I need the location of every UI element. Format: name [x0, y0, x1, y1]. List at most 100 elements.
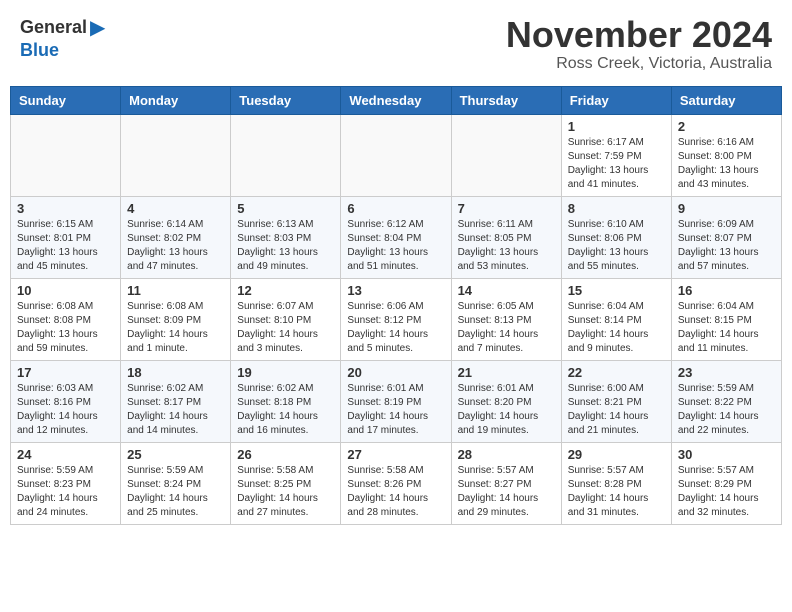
- logo-general-text: General: [20, 17, 87, 38]
- day-number: 2: [678, 119, 775, 134]
- day-info: Sunrise: 6:14 AM Sunset: 8:02 PM Dayligh…: [127, 218, 224, 274]
- day-info: Sunrise: 6:10 AM Sunset: 8:06 PM Dayligh…: [568, 218, 665, 274]
- day-number: 14: [458, 283, 555, 298]
- calendar-day-header: Wednesday: [341, 86, 451, 114]
- day-number: 21: [458, 365, 555, 380]
- calendar-week-row: 24Sunrise: 5:59 AM Sunset: 8:23 PM Dayli…: [11, 442, 782, 524]
- calendar-day-cell: 18 Sunrise: 6:02 AM Sunset: 8:17 PM Dayli…: [121, 360, 231, 442]
- logo-blue-text: Blue: [20, 40, 59, 61]
- day-info: Sunrise: 6:03 AM Sunset: 8:16 PM Dayligh…: [17, 382, 114, 438]
- calendar-day-cell: 24Sunrise: 5:59 AM Sunset: 8:23 PM Dayli…: [11, 442, 121, 524]
- day-number: 28: [458, 447, 555, 462]
- calendar-day-cell: 23Sunrise: 5:59 AM Sunset: 8:22 PM Dayli…: [671, 360, 781, 442]
- calendar-day-cell: [451, 114, 561, 196]
- calendar-day-cell: 5 Sunrise: 6:13 AM Sunset: 8:03 PM Daylig…: [231, 196, 341, 278]
- calendar-week-row: 1 Sunrise: 6:17 AM Sunset: 7:59 PM Daylig…: [11, 114, 782, 196]
- day-number: 18: [127, 365, 224, 380]
- calendar-day-header: Tuesday: [231, 86, 341, 114]
- day-number: 9: [678, 201, 775, 216]
- calendar-day-cell: 8 Sunrise: 6:10 AM Sunset: 8:06 PM Daylig…: [561, 196, 671, 278]
- day-number: 1: [568, 119, 665, 134]
- calendar-day-cell: 19 Sunrise: 6:02 AM Sunset: 8:18 PM Dayli…: [231, 360, 341, 442]
- day-info: Sunrise: 6:04 AM Sunset: 8:15 PM Dayligh…: [678, 300, 775, 356]
- day-info: Sunrise: 6:01 AM Sunset: 8:20 PM Dayligh…: [458, 382, 555, 438]
- logo: General ▶ Blue: [20, 15, 105, 61]
- day-info: Sunrise: 6:00 AM Sunset: 8:21 PM Dayligh…: [568, 382, 665, 438]
- calendar-day-cell: 15 Sunrise: 6:04 AM Sunset: 8:14 PM Dayli…: [561, 278, 671, 360]
- calendar-day-cell: 30 Sunrise: 5:57 AM Sunset: 8:29 PM Dayli…: [671, 442, 781, 524]
- day-number: 16: [678, 283, 775, 298]
- calendar-day-header: Monday: [121, 86, 231, 114]
- day-number: 19: [237, 365, 334, 380]
- day-number: 25: [127, 447, 224, 462]
- calendar-table: SundayMondayTuesdayWednesdayThursdayFrid…: [10, 86, 782, 525]
- day-info: Sunrise: 6:04 AM Sunset: 8:14 PM Dayligh…: [568, 300, 665, 356]
- calendar-week-row: 17 Sunrise: 6:03 AM Sunset: 8:16 PM Dayli…: [11, 360, 782, 442]
- calendar-day-cell: 4Sunrise: 6:14 AM Sunset: 8:02 PM Daylig…: [121, 196, 231, 278]
- day-number: 24: [17, 447, 114, 462]
- calendar-week-row: 3 Sunrise: 6:15 AM Sunset: 8:01 PM Daylig…: [11, 196, 782, 278]
- calendar-day-cell: 22 Sunrise: 6:00 AM Sunset: 8:21 PM Dayli…: [561, 360, 671, 442]
- calendar-day-header: Friday: [561, 86, 671, 114]
- day-info: Sunrise: 6:16 AM Sunset: 8:00 PM Dayligh…: [678, 136, 775, 192]
- calendar-day-cell: 2 Sunrise: 6:16 AM Sunset: 8:00 PM Daylig…: [671, 114, 781, 196]
- day-info: Sunrise: 5:57 AM Sunset: 8:29 PM Dayligh…: [678, 464, 775, 520]
- day-info: Sunrise: 6:17 AM Sunset: 7:59 PM Dayligh…: [568, 136, 665, 192]
- calendar-day-cell: 20 Sunrise: 6:01 AM Sunset: 8:19 PM Dayli…: [341, 360, 451, 442]
- calendar-day-header: Saturday: [671, 86, 781, 114]
- day-number: 8: [568, 201, 665, 216]
- calendar-day-cell: 6Sunrise: 6:12 AM Sunset: 8:04 PM Daylig…: [341, 196, 451, 278]
- calendar-day-cell: 27Sunrise: 5:58 AM Sunset: 8:26 PM Dayli…: [341, 442, 451, 524]
- day-number: 20: [347, 365, 444, 380]
- calendar-day-header: Sunday: [11, 86, 121, 114]
- calendar-day-cell: [11, 114, 121, 196]
- day-info: Sunrise: 5:57 AM Sunset: 8:28 PM Dayligh…: [568, 464, 665, 520]
- day-number: 29: [568, 447, 665, 462]
- day-info: Sunrise: 5:57 AM Sunset: 8:27 PM Dayligh…: [458, 464, 555, 520]
- calendar-day-cell: 3 Sunrise: 6:15 AM Sunset: 8:01 PM Daylig…: [11, 196, 121, 278]
- calendar-day-cell: 14 Sunrise: 6:05 AM Sunset: 8:13 PM Dayli…: [451, 278, 561, 360]
- calendar-day-header: Thursday: [451, 86, 561, 114]
- day-info: Sunrise: 6:08 AM Sunset: 8:09 PM Dayligh…: [127, 300, 224, 356]
- day-info: Sunrise: 5:58 AM Sunset: 8:26 PM Dayligh…: [347, 464, 444, 520]
- calendar-day-cell: [341, 114, 451, 196]
- day-info: Sunrise: 6:07 AM Sunset: 8:10 PM Dayligh…: [237, 300, 334, 356]
- day-info: Sunrise: 6:08 AM Sunset: 8:08 PM Dayligh…: [17, 300, 114, 356]
- day-number: 26: [237, 447, 334, 462]
- day-info: Sunrise: 6:13 AM Sunset: 8:03 PM Dayligh…: [237, 218, 334, 274]
- calendar-day-cell: 1 Sunrise: 6:17 AM Sunset: 7:59 PM Daylig…: [561, 114, 671, 196]
- day-info: Sunrise: 6:11 AM Sunset: 8:05 PM Dayligh…: [458, 218, 555, 274]
- day-number: 3: [17, 201, 114, 216]
- calendar-header-row: SundayMondayTuesdayWednesdayThursdayFrid…: [11, 86, 782, 114]
- day-info: Sunrise: 5:59 AM Sunset: 8:24 PM Dayligh…: [127, 464, 224, 520]
- day-number: 22: [568, 365, 665, 380]
- calendar-day-cell: 28 Sunrise: 5:57 AM Sunset: 8:27 PM Dayli…: [451, 442, 561, 524]
- day-number: 17: [17, 365, 114, 380]
- logo-bird-icon: ▶: [90, 15, 105, 40]
- calendar-day-cell: 13 Sunrise: 6:06 AM Sunset: 8:12 PM Dayli…: [341, 278, 451, 360]
- calendar-day-cell: 9 Sunrise: 6:09 AM Sunset: 8:07 PM Daylig…: [671, 196, 781, 278]
- day-info: Sunrise: 6:09 AM Sunset: 8:07 PM Dayligh…: [678, 218, 775, 274]
- day-info: Sunrise: 5:59 AM Sunset: 8:22 PM Dayligh…: [678, 382, 775, 438]
- location-text: Ross Creek, Victoria, Australia: [506, 55, 772, 73]
- page-header: General ▶ Blue November 2024 Ross Creek,…: [10, 10, 782, 78]
- day-info: Sunrise: 6:06 AM Sunset: 8:12 PM Dayligh…: [347, 300, 444, 356]
- day-info: Sunrise: 6:02 AM Sunset: 8:18 PM Dayligh…: [237, 382, 334, 438]
- calendar-day-cell: 11Sunrise: 6:08 AM Sunset: 8:09 PM Dayli…: [121, 278, 231, 360]
- day-number: 5: [237, 201, 334, 216]
- calendar-week-row: 10 Sunrise: 6:08 AM Sunset: 8:08 PM Dayli…: [11, 278, 782, 360]
- day-number: 15: [568, 283, 665, 298]
- day-info: Sunrise: 6:15 AM Sunset: 8:01 PM Dayligh…: [17, 218, 114, 274]
- day-number: 13: [347, 283, 444, 298]
- day-number: 10: [17, 283, 114, 298]
- day-number: 6: [347, 201, 444, 216]
- month-title: November 2024: [506, 15, 772, 55]
- day-info: Sunrise: 6:02 AM Sunset: 8:17 PM Dayligh…: [127, 382, 224, 438]
- calendar-day-cell: [231, 114, 341, 196]
- day-number: 30: [678, 447, 775, 462]
- calendar-day-cell: 10 Sunrise: 6:08 AM Sunset: 8:08 PM Dayli…: [11, 278, 121, 360]
- title-section: November 2024 Ross Creek, Victoria, Aust…: [506, 15, 772, 73]
- calendar-day-cell: 21 Sunrise: 6:01 AM Sunset: 8:20 PM Dayli…: [451, 360, 561, 442]
- day-info: Sunrise: 6:01 AM Sunset: 8:19 PM Dayligh…: [347, 382, 444, 438]
- day-info: Sunrise: 6:05 AM Sunset: 8:13 PM Dayligh…: [458, 300, 555, 356]
